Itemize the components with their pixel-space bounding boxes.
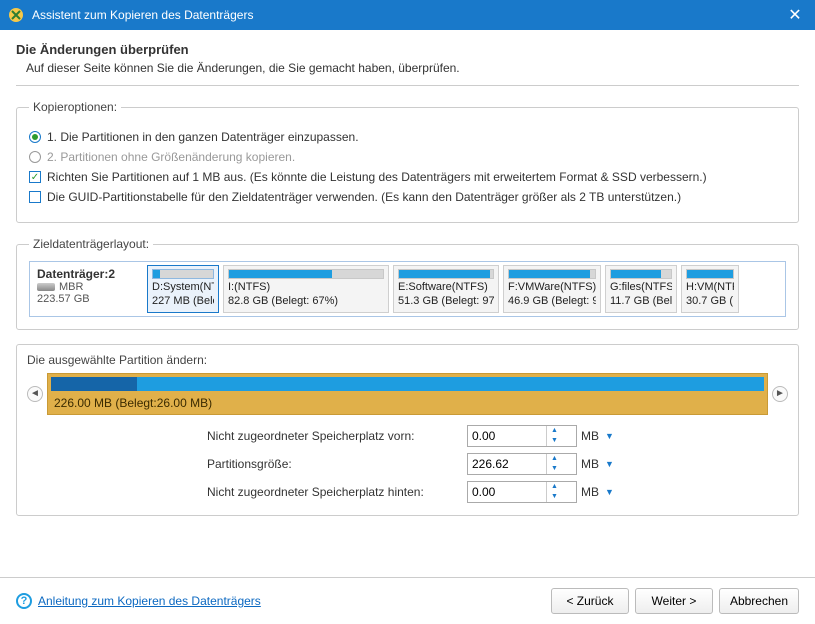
back-button[interactable]: < Zurück	[551, 588, 629, 614]
radio-label: 1. Die Partitionen in den ganzen Datentr…	[47, 130, 359, 144]
help-link-row: ? Anleitung zum Kopieren des Datenträger…	[16, 593, 261, 609]
next-button[interactable]: Weiter >	[635, 588, 713, 614]
partition-size: 82.8 GB (Belegt: 67%)	[228, 295, 384, 309]
disk-layout-strip: Datenträger:2 MBR 223.57 GB D:System(NTF…	[29, 261, 786, 317]
partition-size-input[interactable]: ▲▼	[467, 453, 577, 475]
partition-size: 46.9 GB (Belegt: 94%)	[508, 295, 596, 309]
partition-block[interactable]: H:VM(NTFS)30.7 GB (Belegt: 99%)	[681, 265, 739, 313]
spin-down-icon[interactable]: ▼	[547, 464, 562, 474]
slider-left-arrow[interactable]: ◄	[27, 386, 43, 402]
radio-icon	[29, 131, 41, 143]
partition-size: 51.3 GB (Belegt: 97%)	[398, 295, 494, 309]
partition-name: H:VM(NTFS)	[686, 281, 734, 295]
unit-label: MB	[577, 485, 605, 499]
spin-down-icon[interactable]: ▼	[547, 436, 562, 446]
partition-usage-bar	[152, 269, 214, 279]
cancel-button[interactable]: Abbrechen	[719, 588, 799, 614]
copy-options-group: Kopieroptionen: 1. Die Partitionen in de…	[16, 100, 799, 223]
radio-fit-partitions[interactable]: 1. Die Partitionen in den ganzen Datentr…	[29, 130, 786, 144]
spin-up-icon[interactable]: ▲	[547, 482, 562, 492]
unit-dropdown[interactable]: ▼	[605, 459, 621, 469]
checkbox-icon: ✓	[29, 171, 41, 183]
copy-options-legend: Kopieroptionen:	[29, 100, 121, 114]
partition-block[interactable]: D:System(NTFS)227 MB (Belegt: 11%)	[147, 265, 219, 313]
disk-icon	[37, 283, 55, 291]
partition-usage-bar	[686, 269, 734, 279]
target-layout-group: Zieldatenträgerlayout: Datenträger:2 MBR…	[16, 237, 799, 330]
unit-label: MB	[577, 429, 605, 443]
page-title: Die Änderungen überprüfen	[16, 42, 799, 57]
unit-dropdown[interactable]: ▼	[605, 487, 621, 497]
checkbox-label: Die GUID-Partitionstabelle für den Zield…	[47, 190, 681, 204]
partition-size: 11.7 GB (Belegt: 84%)	[610, 295, 672, 309]
partition-block[interactable]: G:files(NTFS)11.7 GB (Belegt: 84%)	[605, 265, 677, 313]
partition-name: E:Software(NTFS)	[398, 281, 494, 295]
divider	[16, 85, 799, 86]
partition-size: 30.7 GB (Belegt: 99%)	[686, 295, 734, 309]
footer: ? Anleitung zum Kopieren des Datenträger…	[0, 577, 815, 624]
checkbox-label: Richten Sie Partitionen auf 1 MB aus. (E…	[47, 170, 707, 184]
partition-size-field[interactable]	[468, 454, 546, 474]
close-icon[interactable]: ✕	[783, 5, 807, 25]
slider-used-region	[51, 377, 137, 391]
checkbox-icon	[29, 191, 41, 203]
titlebar: Assistent zum Kopieren des Datenträgers …	[0, 0, 815, 30]
partition-size: 227 MB (Belegt: 11%)	[152, 295, 214, 309]
unallocated-before-label: Nicht zugeordneter Speicherplatz vorn:	[207, 429, 467, 443]
disk-type: MBR	[59, 281, 83, 293]
unallocated-after-field[interactable]	[468, 482, 546, 502]
spin-up-icon[interactable]: ▲	[547, 454, 562, 464]
help-icon: ?	[16, 593, 32, 609]
radio-icon	[29, 151, 41, 163]
partition-name: I:(NTFS)	[228, 281, 384, 295]
unallocated-before-input[interactable]: ▲▼	[467, 425, 577, 447]
disk-name: Datenträger:2	[37, 267, 139, 281]
partition-usage-bar	[398, 269, 494, 279]
partition-name: F:VMWare(NTFS)	[508, 281, 596, 295]
partition-usage-bar	[228, 269, 384, 279]
checkbox-align-1mb[interactable]: ✓ Richten Sie Partitionen auf 1 MB aus. …	[29, 170, 786, 184]
unallocated-after-input[interactable]: ▲▼	[467, 481, 577, 503]
unallocated-after-label: Nicht zugeordneter Speicherplatz hinten:	[207, 485, 467, 499]
unit-dropdown[interactable]: ▼	[605, 431, 621, 441]
slider-right-arrow[interactable]: ►	[772, 386, 788, 402]
partition-slider[interactable]: 226.00 MB (Belegt:26.00 MB)	[47, 373, 768, 415]
partition-block[interactable]: E:Software(NTFS)51.3 GB (Belegt: 97%)	[393, 265, 499, 313]
partition-size-label: Partitionsgröße:	[207, 457, 467, 471]
partition-name: G:files(NTFS)	[610, 281, 672, 295]
spin-down-icon[interactable]: ▼	[547, 492, 562, 502]
slider-caption: 226.00 MB (Belegt:26.00 MB)	[48, 394, 767, 414]
slider-track	[51, 377, 764, 391]
window-title: Assistent zum Kopieren des Datenträgers	[32, 8, 783, 22]
partition-usage-bar	[508, 269, 596, 279]
partition-name: D:System(NTFS)	[152, 281, 214, 295]
radio-label: 2. Partitionen ohne Größenänderung kopie…	[47, 150, 295, 164]
radio-no-resize[interactable]: 2. Partitionen ohne Größenänderung kopie…	[29, 150, 786, 164]
change-partition-group: Die ausgewählte Partition ändern: ◄ 226.…	[16, 344, 799, 516]
partition-usage-bar	[610, 269, 672, 279]
change-partition-legend: Die ausgewählte Partition ändern:	[27, 353, 788, 367]
partition-block[interactable]: I:(NTFS)82.8 GB (Belegt: 67%)	[223, 265, 389, 313]
checkbox-use-gpt[interactable]: Die GUID-Partitionstabelle für den Zield…	[29, 190, 786, 204]
app-icon	[8, 7, 24, 23]
spin-up-icon[interactable]: ▲	[547, 426, 562, 436]
help-link[interactable]: Anleitung zum Kopieren des Datenträgers	[38, 594, 261, 608]
unallocated-before-field[interactable]	[468, 426, 546, 446]
target-layout-legend: Zieldatenträgerlayout:	[29, 237, 153, 251]
partition-block[interactable]: F:VMWare(NTFS)46.9 GB (Belegt: 94%)	[503, 265, 601, 313]
page-subtitle: Auf dieser Seite können Sie die Änderung…	[26, 61, 799, 75]
disk-info: Datenträger:2 MBR 223.57 GB	[33, 265, 143, 313]
disk-size: 223.57 GB	[37, 293, 139, 305]
unit-label: MB	[577, 457, 605, 471]
